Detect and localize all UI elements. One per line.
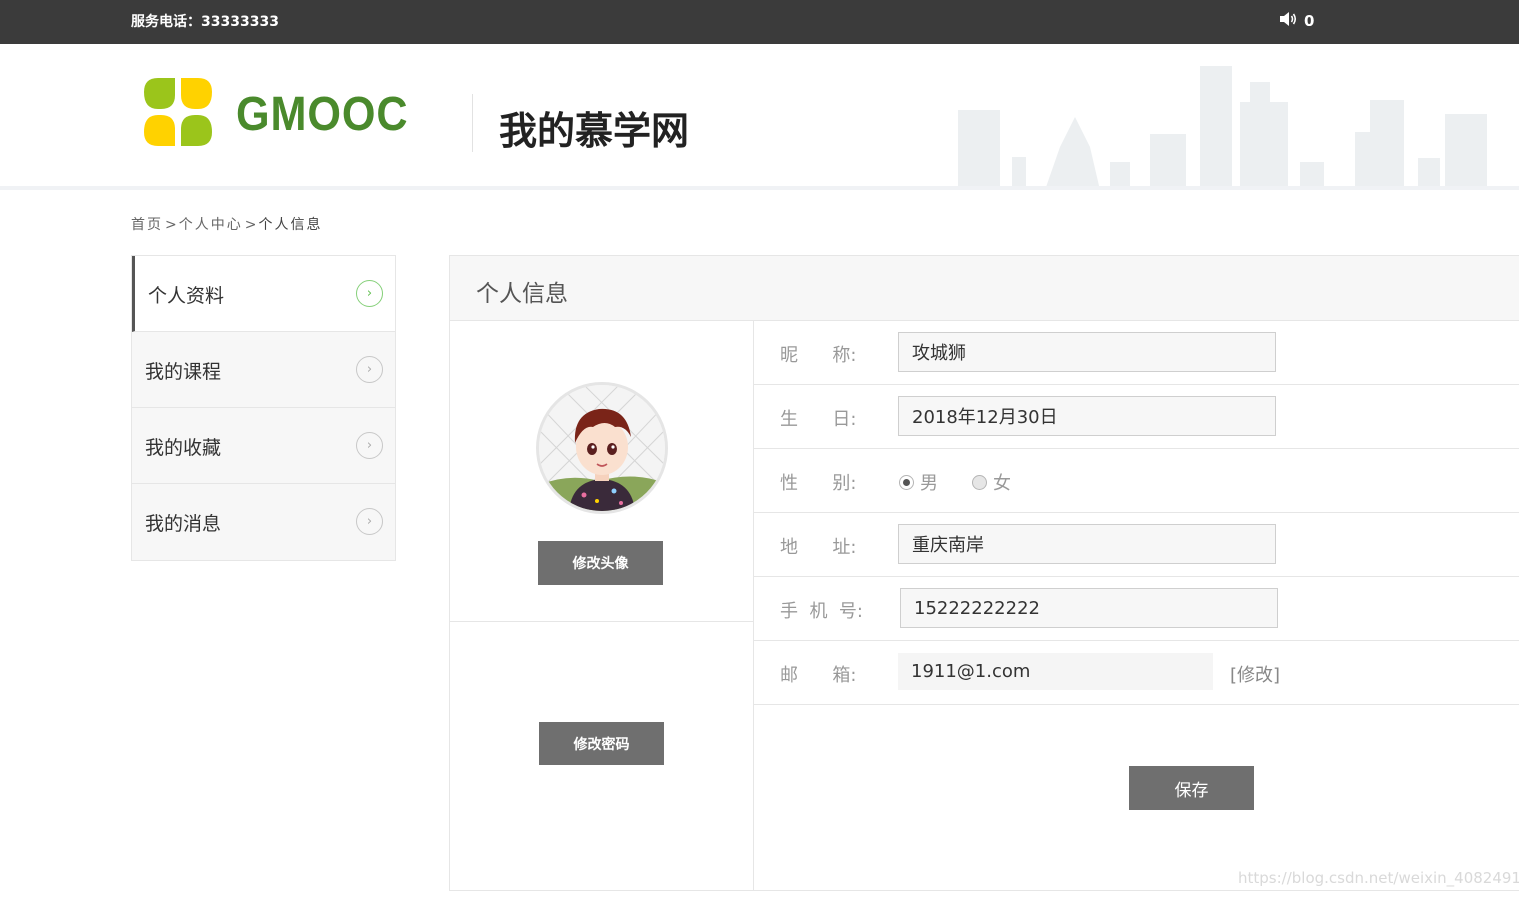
notification-count: 0 [1304, 12, 1315, 30]
logo-text: GMOOC [236, 87, 409, 141]
breadcrumb-current: 个人信息 [258, 217, 323, 233]
logo-underline [131, 186, 411, 190]
email-row: 邮 箱: 1911@1.com [修改] [754, 641, 1519, 705]
email-value: 1911@1.com [898, 653, 1213, 690]
sidebar-item-label: 我的消息 [145, 513, 222, 535]
sidebar-item-label: 个人资料 [148, 285, 225, 307]
avatar-section: 修改头像 [450, 321, 753, 622]
mobile-input[interactable]: 15222222222 [900, 588, 1278, 628]
edit-email-link[interactable]: [修改] [1230, 661, 1280, 687]
personal-info-panel: 个人信息 修改头像 修改密码 昵 称: 攻城狮 生 日: 2018年12月30日… [449, 255, 1519, 891]
address-row: 地 址: 重庆南岸 [754, 513, 1519, 577]
chevron-right-circle-icon: › [356, 432, 383, 459]
gender-female-radio[interactable]: 女 [972, 469, 1011, 495]
nickname-label: 昵 称: [780, 345, 857, 366]
chevron-right-circle-icon: › [356, 280, 383, 307]
mobile-row: 手 机 号: 15222222222 [754, 577, 1519, 641]
birthday-row: 生 日: 2018年12月30日 [754, 385, 1519, 449]
avatar-column: 修改头像 修改密码 [450, 321, 754, 891]
mobile-label: 手 机 号: [780, 601, 863, 622]
address-label: 地 址: [780, 537, 857, 558]
birthday-input[interactable]: 2018年12月30日 [898, 396, 1276, 436]
panel-header: 个人信息 [450, 256, 1519, 321]
sidebar-item-favorites[interactable]: 我的收藏 › [132, 408, 395, 484]
sidebar-item-profile[interactable]: 个人资料 › [132, 256, 395, 332]
email-label: 邮 箱: [780, 665, 857, 686]
breadcrumb-personal-center[interactable]: 个人中心 [179, 217, 243, 233]
gender-row: 性 别: 男 女 [754, 449, 1519, 513]
sidebar-item-courses[interactable]: 我的课程 › [132, 332, 395, 408]
site-header: GMOOC 我的慕学网 [0, 44, 1519, 190]
gender-male-radio[interactable]: 男 [899, 469, 938, 495]
watermark: https://blog.csdn.net/weixin_40824913 [1238, 869, 1519, 887]
sidebar-item-label: 我的收藏 [145, 437, 222, 459]
gender-label: 性 别: [780, 473, 857, 494]
breadcrumb-home[interactable]: 首页 [131, 217, 163, 233]
service-phone: 服务电话：33333333 [131, 14, 279, 30]
breadcrumb-separator: > [244, 217, 257, 233]
nickname-input[interactable]: 攻城狮 [898, 332, 1276, 372]
clover-logo-icon [140, 74, 216, 154]
gender-female-label: 女 [993, 473, 1011, 494]
city-skyline-decoration [950, 62, 1510, 186]
avatar [536, 382, 668, 514]
header-divider [472, 94, 473, 152]
change-avatar-button[interactable]: 修改头像 [538, 541, 663, 585]
change-password-button[interactable]: 修改密码 [539, 722, 664, 765]
chevron-right-circle-icon: › [356, 356, 383, 383]
sidebar-item-messages[interactable]: 我的消息 › [132, 484, 395, 560]
speaker-icon [1278, 9, 1298, 33]
radio-checked-icon [899, 474, 914, 490]
chevron-right-circle-icon: › [356, 508, 383, 535]
site-title: 我的慕学网 [499, 109, 690, 153]
breadcrumb-separator: > [165, 217, 177, 233]
nickname-row: 昵 称: 攻城狮 [754, 321, 1519, 385]
address-input[interactable]: 重庆南岸 [898, 524, 1276, 564]
notification-button[interactable]: 0 [1278, 9, 1314, 33]
save-button[interactable]: 保存 [1129, 766, 1254, 810]
birthday-label: 生 日: [780, 409, 857, 430]
profile-form: 昵 称: 攻城狮 生 日: 2018年12月30日 性 别: 男 女 地 址: … [754, 321, 1519, 891]
top-service-bar: 服务电话：33333333 0 [0, 0, 1519, 44]
sidebar-menu: 个人资料 › 我的课程 › 我的收藏 › 我的消息 › [131, 255, 396, 561]
breadcrumb: 首页 > 个人中心 > 个人信息 [131, 214, 322, 234]
sidebar-item-label: 我的课程 [145, 361, 222, 383]
radio-unchecked-icon [972, 474, 987, 490]
site-logo[interactable]: GMOOC [140, 74, 428, 154]
panel-title: 个人信息 [476, 281, 568, 307]
gender-radio-group: 男 女 [899, 469, 1011, 495]
gender-male-label: 男 [920, 473, 938, 494]
